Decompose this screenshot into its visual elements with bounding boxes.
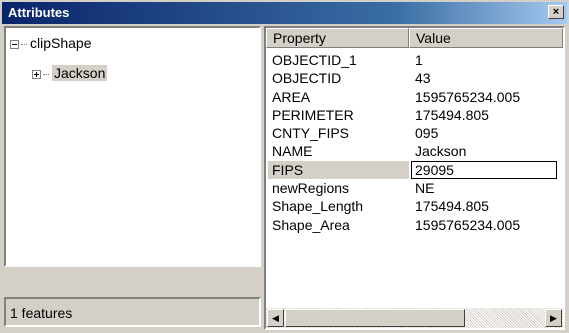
scrollbar-thumb[interactable] (285, 309, 465, 327)
table-row[interactable]: Shape_Area 1595765234.005 (266, 216, 563, 234)
tree-root-label: clipShape (30, 35, 92, 51)
property-value: 175494.805 (415, 106, 489, 123)
property-value: 43 (415, 70, 431, 87)
table-row[interactable]: OBJECTID_1 1 (266, 51, 563, 69)
property-name: CNTY_FIPS (272, 125, 350, 142)
property-name: FIPS (272, 161, 304, 178)
expand-icon[interactable] (32, 70, 41, 80)
property-value-input[interactable]: 29095 (415, 161, 454, 179)
table-row[interactable]: PERIMETER 175494.805 (266, 106, 563, 124)
feature-count-status: 1 features (4, 297, 261, 327)
property-value: 175494.805 (415, 198, 489, 215)
tree-child-label: Jackson (52, 65, 108, 81)
arrow-right-icon: ▶ (550, 313, 557, 323)
table-row[interactable]: CNTY_FIPS 095 (266, 124, 563, 142)
close-icon: × (552, 6, 560, 18)
property-value: NE (415, 180, 435, 197)
table-row[interactable]: OBJECTID 43 (266, 69, 563, 87)
column-header-value[interactable]: Value (409, 28, 563, 48)
tree-node-root[interactable]: clipShape (10, 34, 92, 52)
window-title: Attributes (8, 5, 70, 20)
property-name: OBJECTID_1 (272, 52, 357, 68)
attributes-window: Attributes × clipShape Jackson 1 feature… (0, 0, 569, 333)
property-value: 1595765234.005 (415, 216, 521, 233)
tree-connector (43, 74, 49, 76)
title-bar[interactable]: Attributes × (2, 2, 567, 24)
property-grid[interactable]: Property Value OBJECTID_1 1 OBJECTID 43 … (264, 26, 565, 330)
arrow-left-icon: ◀ (272, 313, 279, 323)
grid-rows: OBJECTID_1 1 OBJECTID 43 AREA 1595765234… (266, 51, 563, 234)
column-header-property[interactable]: Property (266, 28, 409, 48)
property-name: AREA (272, 88, 311, 105)
table-row[interactable]: AREA 1595765234.005 (266, 88, 563, 106)
property-value: 095 (415, 125, 439, 142)
horizontal-scrollbar[interactable]: ◀ ▶ (266, 308, 563, 328)
table-row[interactable]: Shape_Length 175494.805 (266, 197, 563, 215)
scroll-right-button[interactable]: ▶ (545, 309, 562, 327)
property-value: 1595765234.005 (415, 88, 521, 105)
property-name: Shape_Area (272, 216, 350, 233)
table-row-selected[interactable]: FIPS 29095 (266, 160, 563, 179)
tree-connector (21, 44, 27, 46)
table-row[interactable]: NAME Jackson (266, 142, 563, 160)
feature-tree[interactable]: clipShape Jackson (4, 26, 261, 267)
table-row[interactable]: newRegions NE (266, 179, 563, 197)
property-value: Jackson (415, 143, 467, 160)
scroll-left-button[interactable]: ◀ (267, 309, 284, 327)
collapse-icon[interactable] (10, 40, 19, 50)
tree-node-child[interactable]: Jackson (32, 64, 108, 82)
property-name: OBJECTID (272, 70, 342, 87)
property-name: NAME (272, 143, 313, 160)
property-name: Shape_Length (272, 198, 364, 215)
status-text: 1 features (10, 305, 73, 321)
grid-header: Property Value (266, 28, 563, 48)
close-button[interactable]: × (548, 5, 564, 19)
property-name: PERIMETER (272, 106, 354, 123)
property-name: newRegions (272, 180, 350, 197)
property-value: 1 (415, 52, 423, 68)
